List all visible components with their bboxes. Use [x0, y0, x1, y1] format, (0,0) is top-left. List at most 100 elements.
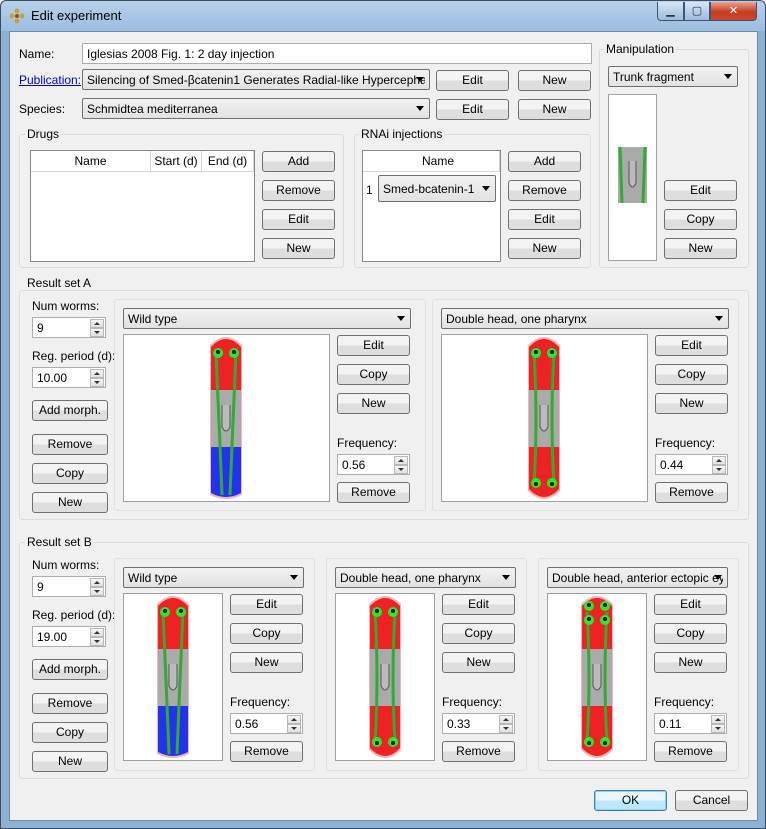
publication-value: Silencing of Smed-βcatenin1 Generates Ra… [87, 73, 425, 87]
spin-down-icon[interactable] [90, 328, 104, 337]
chevron-down-icon [290, 575, 298, 580]
species-new-button[interactable]: New [518, 99, 591, 120]
a-morph-2-frequency-spinner[interactable]: 0.44 [655, 454, 728, 475]
title-bar[interactable]: Edit experiment ▁ ▢ ✕ [1, 1, 765, 31]
spin-up-icon[interactable] [712, 456, 726, 465]
spin-down-icon[interactable] [711, 724, 725, 733]
spin-down-icon[interactable] [712, 465, 726, 474]
rnai-edit-button[interactable]: Edit [508, 209, 581, 230]
a-morph-1-remove-button[interactable]: Remove [337, 482, 410, 503]
b-morph-1-edit-button[interactable]: Edit [230, 594, 303, 615]
b-morph-3-edit-button[interactable]: Edit [654, 594, 727, 615]
spin-down-icon[interactable] [90, 637, 104, 646]
spin-up-icon[interactable] [90, 369, 104, 378]
spin-up-icon[interactable] [90, 628, 104, 637]
b-add-morph-button[interactable]: Add morph. [32, 659, 108, 680]
b-morph-1-remove-button[interactable]: Remove [230, 741, 303, 762]
b-morph-2-image [335, 593, 435, 761]
b-morph-3-copy-button[interactable]: Copy [654, 623, 727, 644]
b-morph-3-new-button[interactable]: New [654, 652, 727, 673]
a-morph-1-frequency-spinner[interactable]: 0.56 [337, 454, 410, 475]
publication-edit-button[interactable]: Edit [436, 70, 509, 91]
b-morph-2-edit-button[interactable]: Edit [442, 594, 515, 615]
spin-down-icon[interactable] [90, 378, 104, 387]
a-add-morph-button[interactable]: Add morph. [32, 400, 108, 421]
drugs-add-button[interactable]: Add [262, 151, 335, 172]
species-combo[interactable]: Schmidtea mediterranea [82, 98, 430, 119]
a-morph-1-new-button[interactable]: New [337, 393, 410, 414]
b-num-worms-spinner[interactable]: 9 [32, 576, 106, 597]
a-reg-period-spinner[interactable]: 10.00 [32, 367, 106, 388]
a-morph-2-combo[interactable]: Double head, one pharynx [441, 308, 729, 329]
chevron-down-icon [416, 106, 424, 111]
b-morph-2-copy-button[interactable]: Copy [442, 623, 515, 644]
spin-up-icon[interactable] [394, 456, 408, 465]
drugs-col-end[interactable]: End (d) [202, 151, 254, 172]
a-morph-2-edit-button[interactable]: Edit [655, 335, 728, 356]
minimize-button[interactable]: ▁ [657, 2, 684, 21]
manipulation-combo[interactable]: Trunk fragment [608, 66, 738, 87]
rnai-remove-button[interactable]: Remove [508, 180, 581, 201]
b-morph-2-combo[interactable]: Double head, one pharynx [335, 567, 516, 588]
a-copy-button[interactable]: Copy [32, 463, 108, 484]
double-head-worm-icon [369, 596, 401, 758]
a-remove-button[interactable]: Remove [32, 434, 108, 455]
a-morph-1-copy-button[interactable]: Copy [337, 364, 410, 385]
spin-down-icon[interactable] [287, 724, 301, 733]
manipulation-copy-button[interactable]: Copy [664, 209, 737, 230]
b-morph-3-combo[interactable]: Double head, anterior ectopic eyes [547, 567, 728, 588]
a-num-worms-spinner[interactable]: 9 [32, 317, 106, 338]
rnai-table[interactable]: Name 1 Smed-bcatenin-1 [362, 150, 501, 262]
b-morph-1-frequency-spinner[interactable]: 0.56 [230, 713, 303, 734]
drugs-col-name[interactable]: Name [31, 151, 151, 172]
spin-down-icon[interactable] [499, 724, 513, 733]
spin-down-icon[interactable] [394, 465, 408, 474]
b-morph-3-remove-button[interactable]: Remove [654, 741, 727, 762]
drugs-remove-button[interactable]: Remove [262, 180, 335, 201]
spin-up-icon[interactable] [90, 578, 104, 587]
b-morph-3-frequency-spinner[interactable]: 0.11 [654, 713, 727, 734]
b-reg-period-spinner[interactable]: 19.00 [32, 626, 106, 647]
b-copy-button[interactable]: Copy [32, 722, 108, 743]
b-morph-2-remove-button[interactable]: Remove [442, 741, 515, 762]
rnai-col-name[interactable]: Name [363, 151, 500, 172]
publication-link[interactable]: Publication: [19, 73, 81, 87]
drugs-new-button[interactable]: New [262, 238, 335, 259]
ok-button[interactable]: OK [594, 790, 667, 811]
a-morph-2-copy-button[interactable]: Copy [655, 364, 728, 385]
drugs-col-start[interactable]: Start (d) [151, 151, 202, 172]
close-button[interactable]: ✕ [710, 2, 757, 21]
b-morph-2-frequency-spinner[interactable]: 0.33 [442, 713, 515, 734]
spin-up-icon[interactable] [287, 715, 301, 724]
spin-up-icon[interactable] [711, 715, 725, 724]
manipulation-new-button[interactable]: New [664, 238, 737, 259]
drugs-table[interactable]: Name Start (d) End (d) [30, 150, 255, 262]
spin-down-icon[interactable] [90, 587, 104, 596]
chevron-down-icon [482, 186, 490, 191]
cancel-button[interactable]: Cancel [675, 790, 748, 811]
species-edit-button[interactable]: Edit [436, 99, 509, 120]
rnai-add-button[interactable]: Add [508, 151, 581, 172]
spin-up-icon[interactable] [90, 319, 104, 328]
publication-new-button[interactable]: New [518, 70, 591, 91]
b-morph-1-new-button[interactable]: New [230, 652, 303, 673]
drugs-edit-button[interactable]: Edit [262, 209, 335, 230]
rnai-row-combo[interactable]: Smed-bcatenin-1 [378, 175, 496, 202]
b-morph-1-combo[interactable]: Wild type [123, 567, 304, 588]
maximize-button[interactable]: ▢ [684, 2, 710, 21]
a-morph-2-new-button[interactable]: New [655, 393, 728, 414]
manipulation-edit-button[interactable]: Edit [664, 180, 737, 201]
spin-up-icon[interactable] [499, 715, 513, 724]
a-morph-1-combo[interactable]: Wild type [123, 308, 411, 329]
a-morph-1-edit-button[interactable]: Edit [337, 335, 410, 356]
name-input[interactable]: Iglesias 2008 Fig. 1: 2 day injection [82, 43, 592, 64]
b-new-button[interactable]: New [32, 751, 108, 772]
a-new-button[interactable]: New [32, 492, 108, 513]
b-remove-button[interactable]: Remove [32, 693, 108, 714]
publication-combo[interactable]: Silencing of Smed-βcatenin1 Generates Ra… [82, 69, 430, 90]
rnai-new-button[interactable]: New [508, 238, 581, 259]
b-morph-1-copy-button[interactable]: Copy [230, 623, 303, 644]
b-morph-2-new-button[interactable]: New [442, 652, 515, 673]
b-morph-2-frequency-label: Frequency: [442, 695, 503, 709]
a-morph-2-remove-button[interactable]: Remove [655, 482, 728, 503]
